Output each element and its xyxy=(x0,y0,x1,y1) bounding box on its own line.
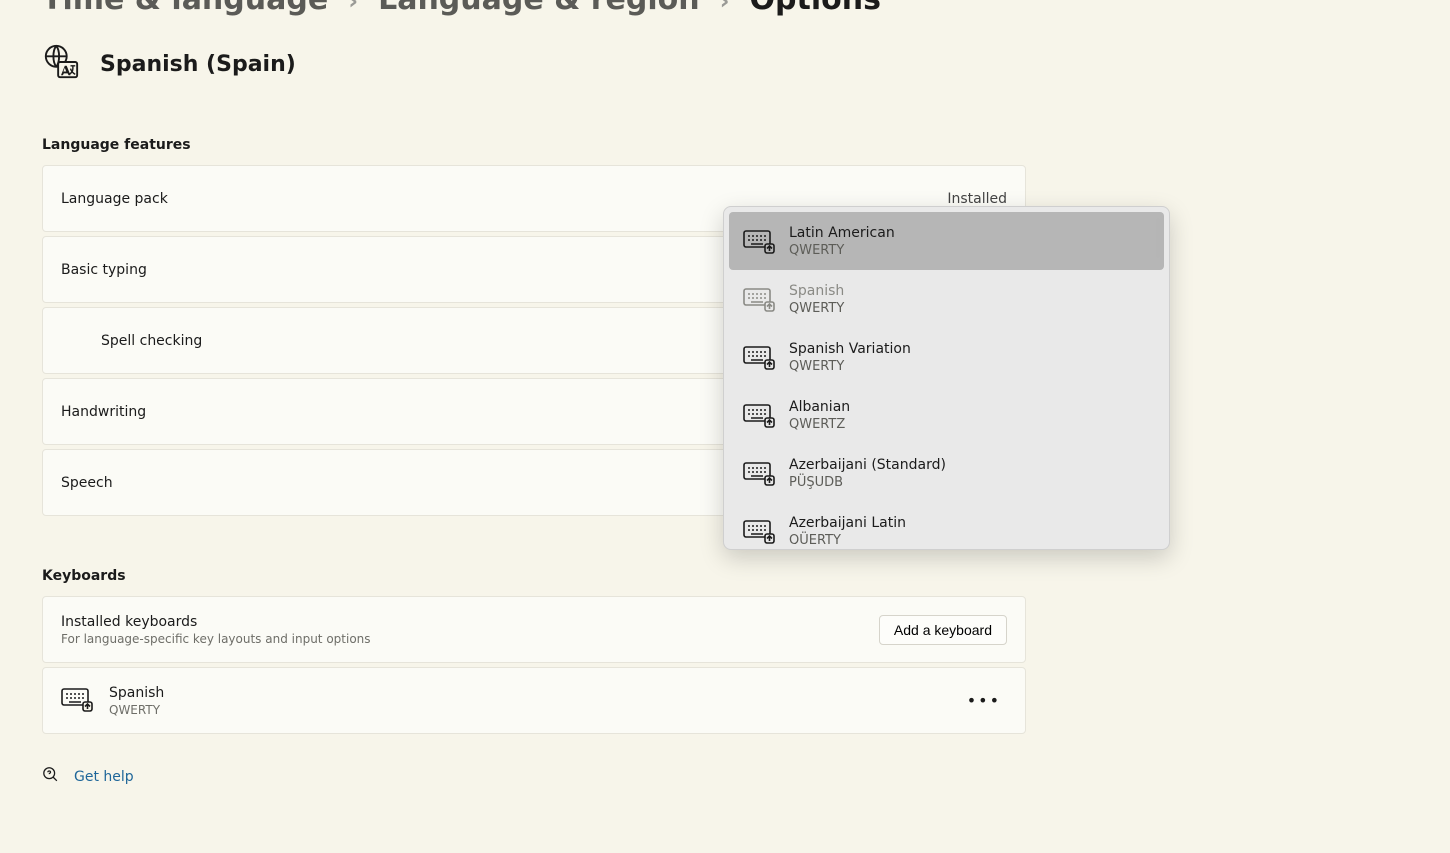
installed-keyboards-row: Installed keyboards For language-specifi… xyxy=(42,596,1026,663)
installed-keyboards-subtitle: For language-specific key layouts and in… xyxy=(61,632,879,646)
breadcrumb-level1[interactable]: Time & language xyxy=(42,0,328,17)
help-row: Get help xyxy=(42,766,1100,788)
feature-label: Language pack xyxy=(61,191,947,207)
keyboard-option[interactable]: Albanian QWERTZ xyxy=(729,386,1164,444)
language-header: Spanish (Spain) xyxy=(42,43,1100,85)
keyboard-option-layout: QÜERTY xyxy=(789,533,906,545)
keyboard-option[interactable]: Latin American QWERTY xyxy=(729,212,1164,270)
breadcrumb-current: Options xyxy=(750,0,881,17)
flyout-scrollbar[interactable] xyxy=(1156,218,1160,258)
keyboard-option-name: Azerbaijani Latin xyxy=(789,515,906,531)
keyboard-option-name: Spanish Variation xyxy=(789,341,911,357)
globe-language-icon xyxy=(42,43,80,85)
installed-keyboards-title: Installed keyboards xyxy=(61,614,879,630)
keyboard-icon xyxy=(743,460,775,486)
keyboard-icon xyxy=(743,228,775,254)
keyboard-option-layout: QWERTY xyxy=(789,243,895,258)
keyboard-option[interactable]: Spanish Variation QWERTY xyxy=(729,328,1164,386)
section-label-keyboards: Keyboards xyxy=(42,568,1100,584)
get-help-link[interactable]: Get help xyxy=(74,769,134,785)
add-keyboard-flyout: Latin American QWERTY Spanish QWERTY Spa… xyxy=(723,206,1170,550)
keyboard-option[interactable]: Azerbaijani Latin QÜERTY xyxy=(729,502,1164,544)
keyboard-option-layout: QWERTY xyxy=(789,359,911,374)
keyboard-icon xyxy=(61,686,93,716)
keyboard-icon xyxy=(743,402,775,428)
keyboard-icon xyxy=(743,286,775,312)
keyboard-option-layout: QWERTZ xyxy=(789,417,850,432)
feature-status: Installed xyxy=(947,191,1007,207)
keyboard-option-layout: QWERTY xyxy=(789,301,844,316)
breadcrumb-separator: › xyxy=(720,0,730,15)
keyboard-icon xyxy=(743,344,775,370)
help-icon xyxy=(42,766,60,788)
section-label-features: Language features xyxy=(42,137,1100,153)
keyboard-option-layout: PÜŞUDB xyxy=(789,475,946,490)
keyboard-icon xyxy=(743,518,775,544)
keyboard-option[interactable]: Azerbaijani (Standard) PÜŞUDB xyxy=(729,444,1164,502)
keyboard-row[interactable]: Spanish QWERTY ••• xyxy=(42,667,1026,734)
keyboard-option: Spanish QWERTY xyxy=(729,270,1164,328)
keyboard-option-name: Spanish xyxy=(789,283,844,299)
breadcrumb-level2[interactable]: Language & region xyxy=(378,0,700,17)
breadcrumb-separator: › xyxy=(348,0,358,15)
keyboard-option-name: Latin American xyxy=(789,225,895,241)
add-keyboard-button[interactable]: Add a keyboard xyxy=(879,615,1007,645)
breadcrumb: Time & language › Language & region › Op… xyxy=(42,0,1100,17)
keyboard-more-button[interactable]: ••• xyxy=(961,687,1007,714)
keyboard-option-name: Albanian xyxy=(789,399,850,415)
keyboard-name: Spanish xyxy=(109,685,961,701)
page-title: Spanish (Spain) xyxy=(100,52,296,77)
keyboard-layout: QWERTY xyxy=(109,703,961,717)
keyboard-option-name: Azerbaijani (Standard) xyxy=(789,457,946,473)
